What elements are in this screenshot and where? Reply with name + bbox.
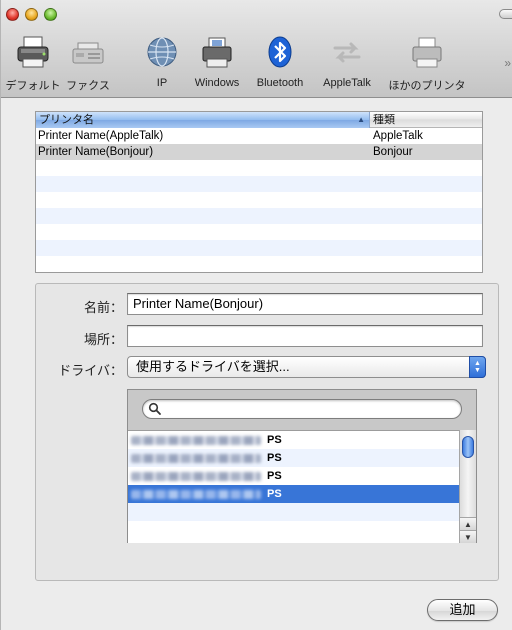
driver-type: PS [267, 434, 282, 446]
printer-name-cell: Printer Name(Bonjour) [38, 146, 154, 158]
driver-row[interactable]: PS [128, 431, 460, 449]
toolbar-label: ファクス [66, 80, 110, 92]
toolbar-toggle-button[interactable] [499, 9, 512, 19]
window-controls [6, 8, 57, 21]
printer-kind-cell: Bonjour [373, 146, 413, 158]
sort-ascending-icon: ▲ [357, 115, 365, 124]
driver-type: PS [267, 488, 282, 500]
empty-row [36, 208, 482, 224]
location-label: 場所： [83, 332, 123, 347]
column-header-name-label: プリンタ名 [39, 114, 94, 126]
toolbar-item-ip[interactable]: IP [142, 34, 182, 94]
toolbar-item-windows[interactable]: Windows [187, 34, 247, 94]
updown-arrows-icon: ▲ ▼ [469, 356, 486, 378]
column-header-kind[interactable]: 種類 [370, 112, 482, 128]
toolbar-label: IP [156, 77, 168, 89]
driver-name-redacted [131, 471, 261, 481]
driver-name-redacted [131, 453, 261, 463]
add-printer-window: デフォルト ファクス IP Windows Bluetooth AppleTal… [0, 0, 512, 630]
driver-name-redacted [131, 489, 261, 499]
driver-list-scrollbar[interactable]: ▲ ▼ [459, 430, 476, 543]
driver-row[interactable]: PS [128, 467, 460, 485]
driver-type: PS [267, 470, 282, 482]
toolbar-item-bluetooth[interactable]: Bluetooth [249, 34, 311, 94]
add-button[interactable]: 追加 [427, 599, 498, 621]
scrollbar-thumb[interactable] [462, 436, 474, 458]
close-button[interactable] [6, 8, 19, 21]
toolbar-item-fax[interactable]: ファクス [63, 34, 113, 94]
toolbar-label: Bluetooth [256, 77, 304, 89]
toolbar-label: AppleTalk [323, 77, 371, 89]
empty-row [36, 240, 482, 256]
scroll-up-arrow-icon[interactable]: ▲ [460, 517, 476, 530]
driver-select-value: 使用するドライバを選択... [136, 359, 290, 374]
toolbar-item-default[interactable]: デフォルト [3, 34, 63, 94]
driver-type: PS [267, 452, 282, 464]
toolbar-label: ほかのプリンタ [388, 80, 466, 92]
driver-label: ドライバ： [58, 363, 123, 378]
printer-kind-cell: AppleTalk [373, 130, 423, 142]
driver-row[interactable]: PS [128, 449, 460, 467]
bluetooth-icon [260, 34, 300, 70]
driver-list[interactable]: PS PS PS PS [128, 430, 460, 543]
driver-row-selected[interactable]: PS [128, 485, 460, 503]
printer-list[interactable]: プリンタ名 ▲ 種類 Printer Name(AppleTalk) Apple… [35, 111, 483, 273]
scroll-down-arrow-icon[interactable]: ▼ [460, 530, 476, 543]
appletalk-icon [327, 34, 367, 70]
driver-search-input[interactable] [142, 399, 462, 419]
other-printer-icon [407, 34, 447, 70]
windows-printer-icon [197, 34, 237, 70]
driver-picker: PS PS PS PS ▲ ▼ [127, 389, 477, 543]
driver-name-redacted [131, 435, 261, 445]
empty-row [36, 224, 482, 240]
toolbar-item-other[interactable]: ほかのプリンタ [382, 34, 472, 94]
toolbar: デフォルト ファクス IP Windows Bluetooth AppleTal… [1, 0, 512, 98]
empty-row [36, 160, 482, 176]
toolbar-overflow-icon[interactable]: » [504, 56, 511, 70]
toolbar-item-appletalk[interactable]: AppleTalk [314, 34, 380, 94]
empty-row [128, 503, 460, 521]
zoom-button[interactable] [44, 8, 57, 21]
ip-globe-icon [142, 34, 182, 70]
printer-name-cell: Printer Name(AppleTalk) [38, 130, 164, 142]
printer-row-selected[interactable]: Printer Name(Bonjour) Bonjour [36, 144, 482, 160]
list-header: プリンタ名 ▲ 種類 [36, 112, 482, 128]
driver-select[interactable]: 使用するドライバを選択... ▲ ▼ [127, 356, 486, 378]
empty-row [36, 256, 482, 272]
empty-row [36, 192, 482, 208]
empty-row [36, 176, 482, 192]
toolbar-label: デフォルト [5, 80, 61, 92]
default-printer-icon [13, 34, 53, 70]
printer-row[interactable]: Printer Name(AppleTalk) AppleTalk [36, 128, 482, 144]
name-label: 名前： [83, 300, 123, 315]
fax-icon [68, 34, 108, 70]
column-header-name[interactable]: プリンタ名 ▲ [36, 112, 370, 128]
location-field[interactable] [127, 325, 483, 347]
toolbar-label: Windows [194, 77, 240, 89]
name-field[interactable]: Printer Name(Bonjour) [127, 293, 483, 315]
minimize-button[interactable] [25, 8, 38, 21]
search-icon [148, 402, 161, 415]
